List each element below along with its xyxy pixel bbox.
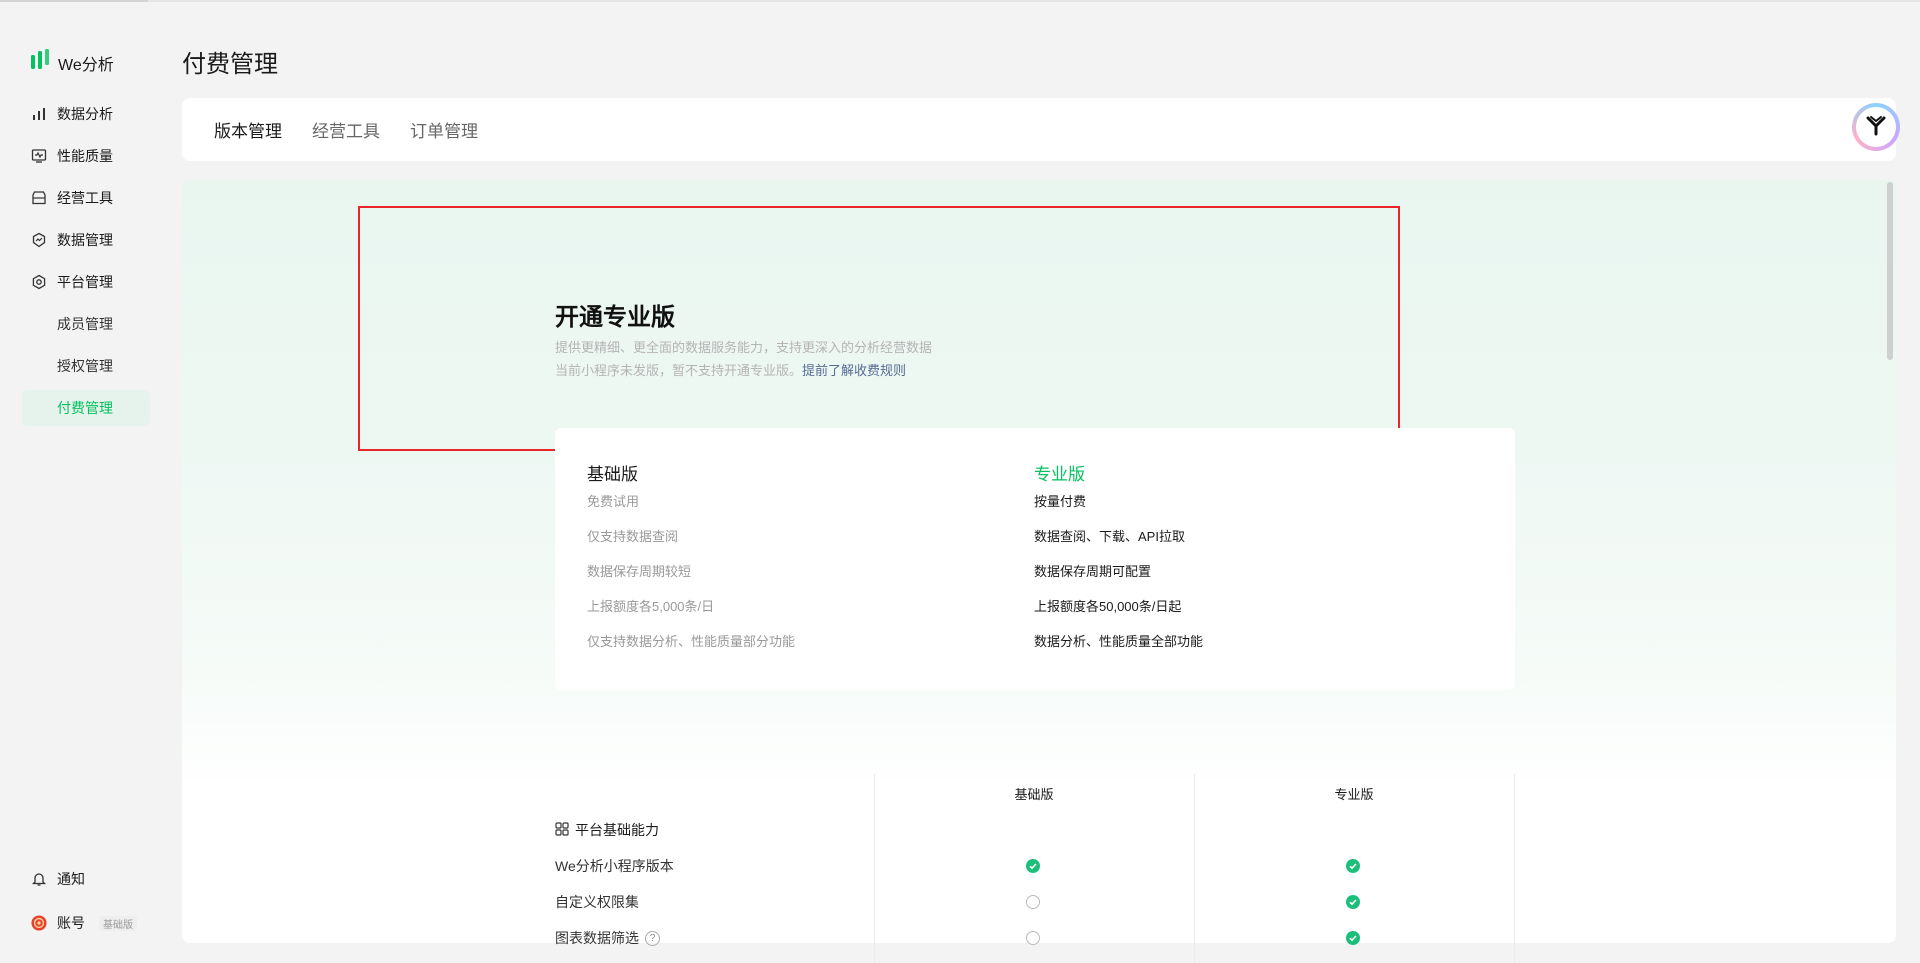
empty-circle-icon [1026,895,1040,909]
sidebar-item-label: 平台管理 [57,274,113,290]
sidebar-item-billing[interactable]: 付费管理 [22,390,150,426]
content-scrollbar[interactable] [1887,182,1893,360]
tab-bar: 版本管理 经营工具 订单管理 [182,98,1896,161]
sidebar-item-label: 付费管理 [57,400,113,416]
assistant-logo-icon [1862,111,1890,144]
notification-button[interactable]: 通知 [22,861,150,897]
sidebar-nav: 数据分析 性能质量 经营工具 数据管理 平台管理 成员管理 授权管理 付费管理 [22,96,150,432]
pro-plan-title: 专业版 [1034,465,1085,484]
account-label: 账号 [57,915,85,931]
sidebar-item-label: 数据分析 [57,106,113,122]
sidebar-item-label: 授权管理 [57,358,113,374]
basic-plan-feature: 仅支持数据查阅 [587,529,679,544]
check-icon [1346,895,1360,909]
feature-group-label: 平台基础能力 [575,822,659,838]
table-divider [1514,774,1515,963]
feature-label: We分析小程序版本 [555,858,674,874]
upgrade-note-text: 当前小程序未发版，暂不支持开通专业版。 [555,363,803,378]
feature-label: 自定义权限集 [555,894,639,910]
sidebar-bottom: 通知 账号 基础版 [22,861,150,949]
check-icon [1026,859,1040,873]
feature-group-title: 平台基础能力 [555,820,659,840]
pro-plan-feature: 上报额度各50,000条/日起 [1034,599,1182,614]
billing-rules-link[interactable]: 提前了解收费规则 [802,363,906,378]
check-icon [1346,859,1360,873]
sidebar-item-performance[interactable]: 性能质量 [22,138,150,174]
highlight-annotation-box [358,206,1400,451]
empty-circle-icon [1026,931,1040,945]
sidebar-item-data-management[interactable]: 数据管理 [22,222,150,258]
feature-row: We分析小程序版本 [555,856,674,876]
table-header-pro: 专业版 [1334,787,1374,802]
account-button[interactable]: 账号 基础版 [22,905,150,941]
sidebar-item-business-tools[interactable]: 经营工具 [22,180,150,216]
sidebar-item-data-analysis[interactable]: 数据分析 [22,96,150,132]
sidebar-item-platform-management[interactable]: 平台管理 [22,264,150,300]
upgrade-description: 提供更精细、更全面的数据服务能力，支持更深入的分析经营数据 [555,340,933,355]
app-name: We分析 [58,56,114,74]
upgrade-title: 开通专业版 [555,304,675,331]
monitor-pulse-icon [31,148,47,164]
upgrade-note: 当前小程序未发版，暂不支持开通专业版。提前了解收费规则 [555,360,906,379]
check-icon [1346,931,1360,945]
account-avatar-icon [31,915,47,931]
hexagon-gear-icon [31,274,47,290]
page-title: 付费管理 [182,51,278,78]
basic-plan-column: 基础版 免费试用 仅支持数据查阅 数据保存周期较短 上报额度各5,000条/日 … [587,460,795,667]
sidebar-item-authorization[interactable]: 授权管理 [22,348,150,384]
sidebar-item-label: 成员管理 [57,316,113,332]
basic-plan-title: 基础版 [587,465,638,484]
pro-plan-column: 专业版 按量付费 数据查阅、下载、API拉取 数据保存周期可配置 上报额度各50… [1034,460,1203,667]
we-analysis-logo-icon [30,49,50,76]
notification-label: 通知 [57,871,85,887]
bell-icon [31,871,47,887]
app-logo[interactable]: We分析 [30,49,114,76]
pro-plan-feature: 按量付费 [1034,494,1087,509]
account-plan-badge: 基础版 [99,915,137,931]
sidebar-item-label: 数据管理 [57,232,113,248]
feature-row: 图表数据筛选 ? [555,928,660,948]
basic-plan-feature: 免费试用 [587,494,640,509]
grid-icon [555,821,569,839]
feature-label: 图表数据筛选 [555,930,639,946]
data-shield-icon [31,232,47,248]
sidebar-item-label: 性能质量 [57,148,113,164]
basic-plan-feature: 数据保存周期较短 [587,564,692,579]
pro-plan-feature: 数据保存周期可配置 [1034,564,1152,579]
assistant-avatar[interactable] [1852,103,1900,151]
store-icon [31,190,47,206]
basic-plan-feature: 上报额度各5,000条/日 [587,599,715,614]
table-header-basic: 基础版 [1014,787,1054,802]
sidebar: We分析 数据分析 性能质量 经营工具 数据管理 平台管理 成员管理 授权管理 … [0,0,160,963]
sidebar-item-members[interactable]: 成员管理 [22,306,150,342]
version-compare-card: 基础版 免费试用 仅支持数据查阅 数据保存周期较短 上报额度各5,000条/日 … [555,428,1515,690]
pro-plan-feature: 数据查阅、下载、API拉取 [1034,529,1185,544]
feature-row: 自定义权限集 [555,892,639,912]
help-icon[interactable]: ? [645,930,660,946]
tab-order-management[interactable]: 订单管理 [410,117,478,142]
sidebar-item-label: 经营工具 [57,190,113,206]
bar-chart-icon [31,106,47,122]
tab-version-management[interactable]: 版本管理 [214,117,282,142]
top-divider [0,0,1920,2]
tab-business-tools[interactable]: 经营工具 [312,117,380,142]
basic-plan-feature: 仅支持数据分析、性能质量部分功能 [587,634,796,649]
pro-plan-feature: 数据分析、性能质量全部功能 [1034,634,1204,649]
